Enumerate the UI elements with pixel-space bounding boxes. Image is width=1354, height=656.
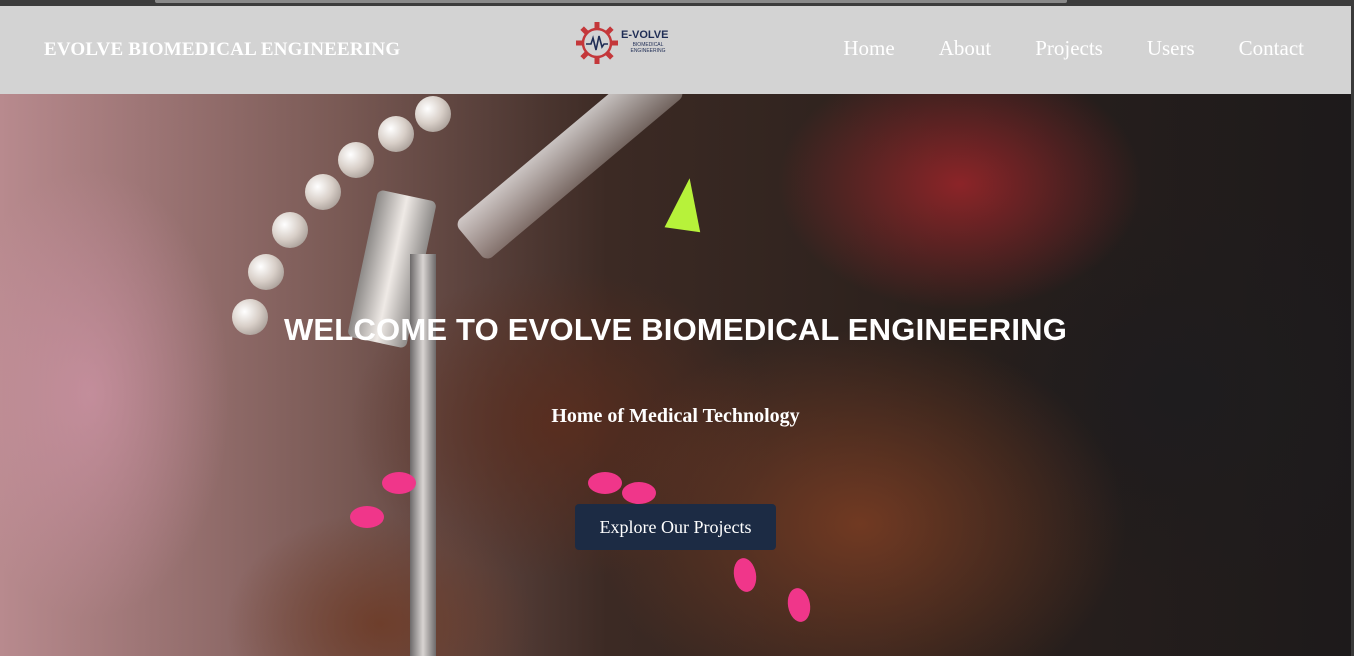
hero-subtitle: Home of Medical Technology (551, 405, 800, 427)
pink-nail (622, 482, 656, 504)
nav-home[interactable]: Home (843, 36, 894, 61)
pink-nail (785, 586, 813, 624)
pearl-bead (338, 142, 374, 178)
green-clip (664, 175, 708, 233)
main-nav: Home About Projects Users Contact (843, 36, 1304, 61)
nav-users[interactable]: Users (1147, 36, 1195, 61)
brand-name[interactable]: EVOLVE BIOMEDICAL ENGINEERING (44, 39, 400, 61)
logo-tagline: BIOMEDICAL ENGINEERING (630, 42, 666, 54)
hero-title: WELCOME TO EVOLVE BIOMEDICAL ENGINEERING (283, 312, 1068, 347)
pearl-bead (305, 174, 341, 210)
pink-nail (588, 472, 622, 494)
pink-nail (382, 472, 416, 494)
logo[interactable]: E-VOLVE BIOMEDICAL ENGINEERING (574, 20, 674, 68)
pearl-bead (272, 212, 308, 248)
magnifier-glass (454, 94, 686, 262)
explore-projects-button[interactable]: Explore Our Projects (575, 504, 776, 550)
navbar: EVOLVE BIOMEDICAL ENGINEERING E-VOLVE BI… (0, 6, 1351, 94)
pearl-bead (248, 254, 284, 290)
pink-nail (350, 506, 384, 528)
nav-about[interactable]: About (939, 36, 992, 61)
nav-contact[interactable]: Contact (1239, 36, 1304, 61)
pearl-bead (378, 116, 414, 152)
top-scroll-indicator (155, 0, 1067, 3)
pink-nail (731, 556, 759, 594)
hero-section: WELCOME TO EVOLVE BIOMEDICAL ENGINEERING… (0, 94, 1351, 656)
logo-name: E-VOLVE (621, 29, 669, 41)
nav-projects[interactable]: Projects (1035, 36, 1103, 61)
pearl-bead (415, 96, 451, 132)
gear-logo-icon (576, 22, 618, 64)
